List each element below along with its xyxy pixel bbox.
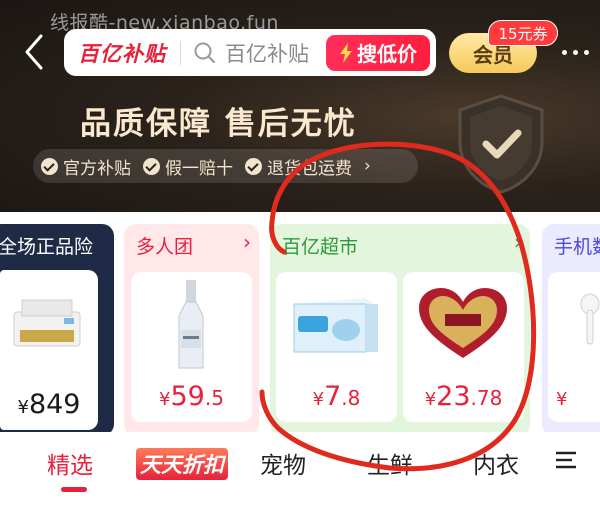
dot-icon <box>572 49 578 55</box>
search-button[interactable]: 搜低价 <box>326 34 430 71</box>
benefits-bar[interactable]: 官方补贴 假一赔十 退货包运费 › <box>33 149 418 183</box>
lightning-icon <box>340 42 352 63</box>
shield-check-icon <box>458 94 544 194</box>
printer-icon <box>13 299 81 347</box>
bottle-icon <box>178 280 204 369</box>
check-icon <box>143 157 160 175</box>
active-tab-indicator <box>61 487 87 492</box>
tab-featured[interactable]: 精选 <box>47 446 93 480</box>
chevron-right-icon: › <box>243 230 251 254</box>
earphones-icon <box>580 293 600 345</box>
product-tile[interactable]: ¥59.5 <box>131 272 252 422</box>
chevron-right-icon: › <box>364 156 371 176</box>
card-title: 百亿超市 <box>282 236 359 258</box>
search-icon <box>194 42 215 63</box>
chevron-left-icon <box>25 34 43 70</box>
search-bar[interactable]: 百亿补贴 百亿补贴 搜低价 <box>64 29 436 76</box>
back-button[interactable] <box>14 30 54 74</box>
more-menu-button[interactable] <box>555 38 595 66</box>
product-tile[interactable]: ¥ <box>548 272 600 422</box>
card-phone-digital[interactable]: 手机数 ¥ <box>542 224 600 436</box>
search-input[interactable]: 百亿补贴 <box>225 38 326 68</box>
check-icon <box>245 157 262 175</box>
product-price: ¥ <box>556 389 568 410</box>
brand-logo: 百亿补贴 <box>78 41 166 66</box>
dot-icon <box>561 49 567 55</box>
card-title: 多人团 <box>136 236 194 258</box>
slogan-title: 品质保障 售后无忧 <box>80 106 357 142</box>
product-price: ¥59.5 <box>159 381 224 412</box>
tab-daily-discount[interactable]: 天天折扣 <box>136 448 228 480</box>
channel-cards: 全场正品险 ¥849 多人团 › ¥59.5 百亿超市 › ¥7.8 ¥23.7… <box>0 212 600 436</box>
tab-underwear[interactable]: 内衣 <box>473 446 519 480</box>
benefit-item: 官方补贴 <box>41 154 131 179</box>
menu-icon[interactable] <box>554 448 578 472</box>
benefit-item: 退货包运费 <box>245 154 352 179</box>
card-title: 全场正品险 <box>0 236 94 258</box>
product-tile[interactable]: ¥849 <box>0 270 98 430</box>
product-price: ¥23.78 <box>424 381 503 412</box>
search-button-label: 搜低价 <box>357 42 417 66</box>
dot-icon <box>583 49 589 55</box>
promo-header: 线报酷-new.xianbao.fun 百亿补贴 百亿补贴 搜低价 会员 15元… <box>0 0 600 212</box>
saline-box-icon <box>293 298 378 353</box>
tab-fresh[interactable]: 生鲜 <box>367 446 413 480</box>
benefit-item: 假一赔十 <box>143 154 233 179</box>
chevron-right-icon: › <box>514 230 522 254</box>
card-supermarket[interactable]: 百亿超市 › ¥7.8 ¥23.78 <box>270 224 530 436</box>
category-tabs: 精选 天天折扣 宠物 生鲜 内衣 <box>0 432 600 507</box>
card-title: 手机数 <box>554 236 600 258</box>
product-price: ¥7.8 <box>312 381 361 412</box>
check-icon <box>41 157 58 175</box>
product-tile[interactable]: ¥7.8 <box>276 272 397 422</box>
benefit-label: 退货包运费 <box>267 158 352 179</box>
search-divider <box>180 40 181 65</box>
product-tile[interactable]: ¥23.78 <box>403 272 524 422</box>
product-price: ¥849 <box>17 389 81 420</box>
card-group-buy[interactable]: 多人团 › ¥59.5 <box>124 224 259 436</box>
heart-candy-icon <box>419 288 507 358</box>
benefit-label: 官方补贴 <box>63 158 131 179</box>
benefit-label: 假一赔十 <box>165 158 233 179</box>
coupon-badge[interactable]: 15元券 <box>488 20 558 46</box>
tab-pets[interactable]: 宠物 <box>260 446 306 480</box>
card-genuine-insurance[interactable]: 全场正品险 ¥849 <box>0 224 114 436</box>
